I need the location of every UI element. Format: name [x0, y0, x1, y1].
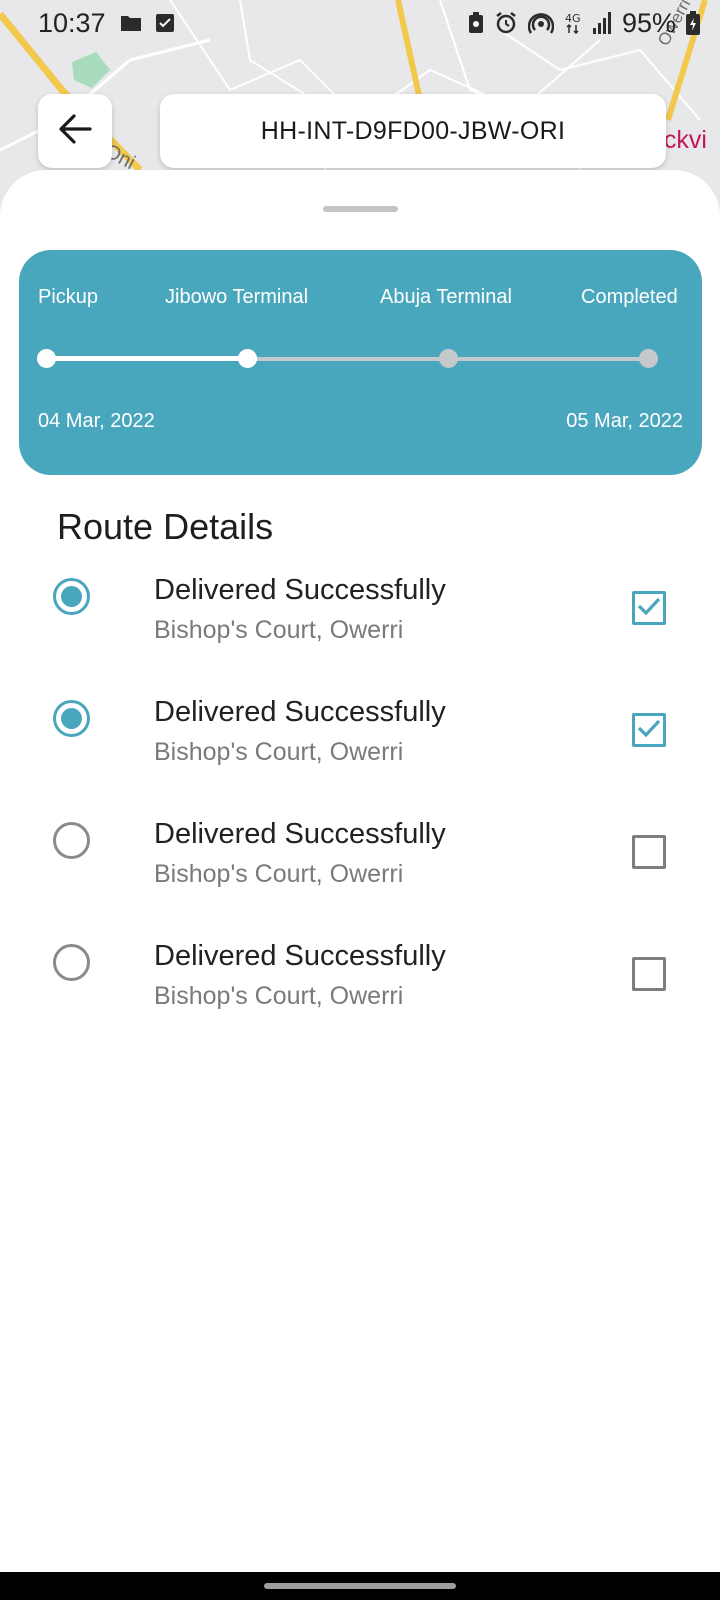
- route-location: Bishop's Court, Owerri: [154, 860, 404, 888]
- status-bar-left: 10:37: [38, 8, 174, 39]
- route-item[interactable]: Delivered Successfully Bishop's Court, O…: [0, 818, 720, 940]
- start-date: 04 Mar, 2022: [38, 410, 155, 432]
- route-checkbox[interactable]: [632, 713, 666, 747]
- checkmark-icon: [636, 717, 662, 744]
- folder-icon: [120, 14, 142, 32]
- progress-node: [439, 349, 458, 368]
- route-radio[interactable]: [53, 822, 90, 859]
- route-item[interactable]: Delivered Successfully Bishop's Court, O…: [0, 940, 720, 1062]
- progress-track-completed: [47, 356, 257, 361]
- route-radio[interactable]: [53, 578, 90, 615]
- route-radio[interactable]: [53, 944, 90, 981]
- route-status: Delivered Successfully: [154, 818, 446, 850]
- route-item[interactable]: Delivered Successfully Bishop's Court, O…: [0, 574, 720, 696]
- route-location: Bishop's Court, Owerri: [154, 982, 404, 1010]
- checkmark-icon: [636, 595, 662, 622]
- signal-icon: [592, 12, 612, 34]
- end-date: 05 Mar, 2022: [566, 410, 683, 432]
- status-bar: 10:37 4G 95%: [0, 0, 720, 46]
- drag-handle[interactable]: [323, 206, 398, 212]
- battery-saver-icon: [468, 12, 484, 34]
- route-checkbox[interactable]: [632, 957, 666, 991]
- route-checkbox[interactable]: [632, 591, 666, 625]
- route-status: Delivered Successfully: [154, 696, 446, 728]
- route-status: Delivered Successfully: [154, 940, 446, 972]
- battery-charging-icon: [686, 11, 700, 35]
- back-button[interactable]: [38, 94, 112, 168]
- navigation-bar: [0, 1572, 720, 1600]
- route-location: Bishop's Court, Owerri: [154, 738, 404, 766]
- stage-label-pickup: Pickup: [38, 286, 99, 308]
- route-status: Delivered Successfully: [154, 574, 446, 606]
- route-checkbox[interactable]: [632, 835, 666, 869]
- status-bar-right: 4G 95%: [468, 8, 700, 39]
- route-radio[interactable]: [53, 700, 90, 737]
- radio-dot: [61, 708, 82, 729]
- progress-node: [238, 349, 257, 368]
- stage-label-completed: Completed: [581, 286, 678, 308]
- progress-node: [639, 349, 658, 368]
- progress-node: [37, 349, 56, 368]
- tracking-id-field[interactable]: HH-INT-D9FD00-JBW-ORI: [160, 94, 666, 168]
- route-list: Delivered Successfully Bishop's Court, O…: [0, 574, 720, 1062]
- route-item[interactable]: Delivered Successfully Bishop's Court, O…: [0, 696, 720, 818]
- tracking-id-text: HH-INT-D9FD00-JBW-ORI: [260, 116, 566, 145]
- stage-label-abuja-terminal: Abuja Terminal: [380, 286, 512, 308]
- battery-percentage: 95%: [621, 7, 676, 38]
- bottom-sheet: Pickup Jibowo Terminal Abuja Terminal Co…: [0, 170, 720, 1570]
- route-details-title: Route Details: [57, 506, 274, 547]
- route-location: Bishop's Court, Owerri: [154, 616, 404, 644]
- 4g-icon: 4G: [564, 11, 582, 35]
- hotspot-icon: [527, 11, 554, 35]
- arrow-left-icon: [58, 113, 92, 149]
- stage-label-jibowo-terminal: Jibowo Terminal: [165, 286, 309, 308]
- checkbox-notification-icon: [155, 14, 174, 32]
- alarm-icon: [494, 11, 518, 35]
- status-time: 10:37: [38, 7, 106, 38]
- svg-text:4G: 4G: [565, 12, 581, 25]
- radio-dot: [61, 586, 82, 607]
- home-gesture-handle[interactable]: [264, 1583, 456, 1589]
- shipment-progress-card: Pickup Jibowo Terminal Abuja Terminal Co…: [19, 250, 702, 475]
